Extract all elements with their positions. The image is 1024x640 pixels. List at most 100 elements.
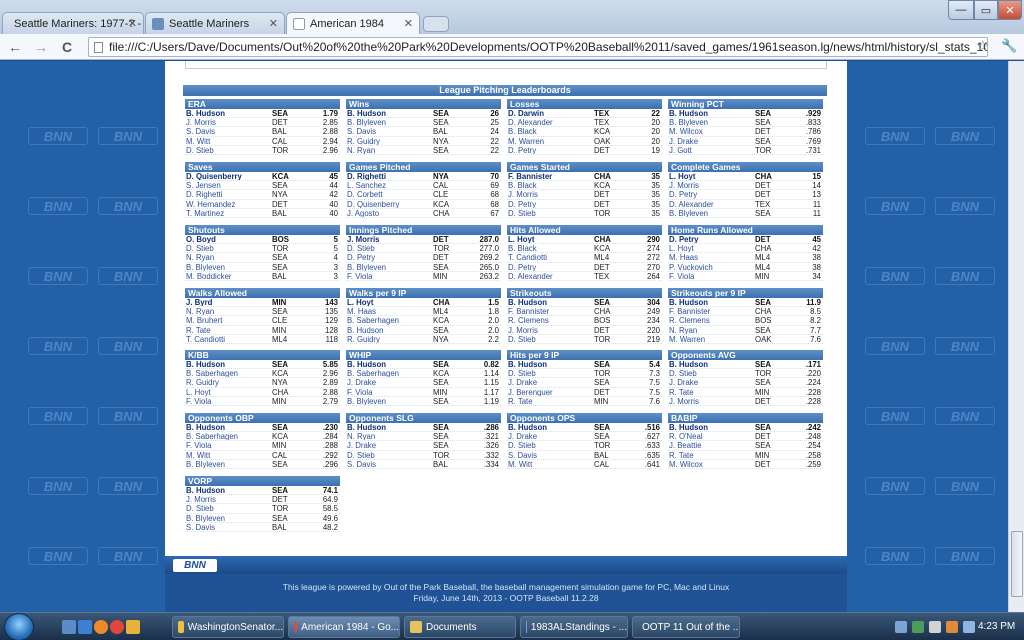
player-name-link[interactable]: J. Drake [346,378,433,386]
player-name-link[interactable]: S. Davis [346,127,433,135]
tray-app-icon[interactable] [946,621,958,633]
scrollbar-thumb[interactable] [1011,531,1023,597]
player-name-link[interactable]: J. Morris [668,181,755,189]
player-name-link[interactable]: D. Stieb [507,209,594,217]
player-name-link[interactable]: J. Drake [668,378,755,386]
player-name-link[interactable]: B. Black [507,244,594,252]
player-name-link[interactable]: D. Righetti [346,172,433,180]
task-washington-senators[interactable]: WashingtonSenator... [172,616,284,638]
start-button[interactable] [4,613,34,640]
bookmark-star-icon[interactable]: ☆ [976,37,989,55]
player-name-link[interactable]: D. Quisenberry [346,200,433,208]
player-name-link[interactable]: P. Vuckovich [668,263,755,271]
player-name-link[interactable]: B. Hudson [185,109,272,117]
player-name-link[interactable]: J. Morris [185,495,272,503]
player-name-link[interactable]: B. Blyleven [668,118,755,126]
player-name-link[interactable]: L. Hoyt [185,388,272,396]
player-name-link[interactable]: M. Wilcox [668,127,755,135]
player-name-link[interactable]: D. Stieb [668,369,755,377]
player-name-link[interactable]: J. Drake [668,137,755,145]
tray-arrow-icon[interactable] [895,621,907,633]
player-name-link[interactable]: J. Gott [668,146,755,154]
player-name-link[interactable]: N. Ryan [185,307,272,315]
player-name-link[interactable]: B. Hudson [185,486,272,494]
player-name-link[interactable]: D. Stieb [346,451,433,459]
player-name-link[interactable]: M. Witt [507,460,594,468]
player-name-link[interactable]: S. Davis [346,460,433,468]
task-1983-al-standings[interactable]: 1983ALStandings - ... [520,616,628,638]
player-name-link[interactable]: R. Guidry [185,378,272,386]
player-name-link[interactable]: R. O'Neal [668,432,755,440]
player-name-link[interactable]: W. Hernandez [185,200,272,208]
player-name-link[interactable]: S. Davis [185,523,272,531]
player-name-link[interactable]: L. Hoyt [668,172,755,180]
player-name-link[interactable]: R. Clemens [507,316,594,324]
player-name-link[interactable]: B. Saberhagen [346,369,433,377]
player-name-link[interactable]: M. Wilcox [668,460,755,468]
player-name-link[interactable]: D. Darwin [507,109,594,117]
player-name-link[interactable]: D. Stieb [185,504,272,512]
power-icon[interactable] [963,621,975,633]
player-name-link[interactable]: F. Viola [185,441,272,449]
player-name-link[interactable]: D. Stieb [346,244,433,252]
network-icon[interactable] [912,621,924,633]
player-name-link[interactable]: B. Hudson [346,360,433,368]
player-name-link[interactable]: F. Viola [346,388,433,396]
player-name-link[interactable]: B. Saberhagen [185,432,272,440]
player-name-link[interactable]: L. Hoyt [346,298,433,306]
player-name-link[interactable]: B. Hudson [668,360,755,368]
ie-icon[interactable] [78,620,92,634]
player-name-link[interactable]: J. Morris [507,326,594,334]
player-name-link[interactable]: B. Blyleven [185,263,272,271]
tab-close-icon[interactable]: ✕ [128,17,137,30]
player-name-link[interactable]: L. Hoyt [668,244,755,252]
player-name-link[interactable]: B. Blyleven [185,514,272,522]
firefox-icon[interactable] [94,620,108,634]
player-name-link[interactable]: J. Drake [507,432,594,440]
player-name-link[interactable]: B. Black [507,127,594,135]
player-name-link[interactable]: J. Morris [185,118,272,126]
player-name-link[interactable]: B. Hudson [346,326,433,334]
player-name-link[interactable]: D. Petry [668,235,755,243]
maximize-button[interactable]: ▭ [974,0,998,20]
player-name-link[interactable]: M. Warren [507,137,594,145]
player-name-link[interactable]: B. Hudson [346,423,433,431]
player-name-link[interactable]: B. Hudson [185,360,272,368]
player-name-link[interactable]: S. Davis [185,127,272,135]
player-name-link[interactable]: B. Blyleven [346,397,433,405]
player-name-link[interactable]: T. Candiotti [185,335,272,343]
bnn-logo[interactable]: BNN [173,559,217,572]
player-name-link[interactable]: J. Morris [346,235,433,243]
player-name-link[interactable]: M. Boddicker [185,272,272,280]
player-name-link[interactable]: L. Sanchez [346,181,433,189]
player-name-link[interactable]: O. Boyd [185,235,272,243]
tab-seattle-mariners-1977[interactable]: Seattle Mariners: 1977-? - ... ✕ [2,12,144,34]
player-name-link[interactable]: D. Quisenberry [185,172,272,180]
show-desktop-icon[interactable] [62,620,76,634]
player-name-link[interactable]: D. Petry [507,263,594,271]
player-name-link[interactable]: B. Hudson [507,360,594,368]
explorer-icon[interactable] [126,620,140,634]
player-name-link[interactable]: N. Ryan [668,326,755,334]
forward-button[interactable]: → [30,37,52,57]
player-name-link[interactable]: M. Haas [346,307,433,315]
close-window-button[interactable]: ✕ [998,0,1022,20]
player-name-link[interactable]: B. Blyleven [185,460,272,468]
player-name-link[interactable]: B. Saberhagen [185,369,272,377]
minimize-button[interactable]: — [948,0,974,20]
player-name-link[interactable]: L. Hoyt [507,235,594,243]
player-name-link[interactable]: J. Berenguer [507,388,594,396]
player-name-link[interactable]: R. Tate [185,326,272,334]
tab-seattle-mariners[interactable]: Seattle Mariners ✕ [145,12,285,34]
player-name-link[interactable]: B. Hudson [668,423,755,431]
player-name-link[interactable]: B. Hudson [668,109,755,117]
tab-close-icon[interactable]: ✕ [404,17,413,30]
task-documents[interactable]: Documents [404,616,516,638]
player-name-link[interactable]: F. Viola [668,272,755,280]
player-name-link[interactable]: B. Black [507,181,594,189]
player-name-link[interactable]: D. Petry [507,200,594,208]
player-name-link[interactable]: F. Bannister [507,307,594,315]
player-name-link[interactable]: D. Alexander [668,200,755,208]
player-name-link[interactable]: D. Alexander [507,118,594,126]
player-name-link[interactable]: F. Bannister [507,172,594,180]
